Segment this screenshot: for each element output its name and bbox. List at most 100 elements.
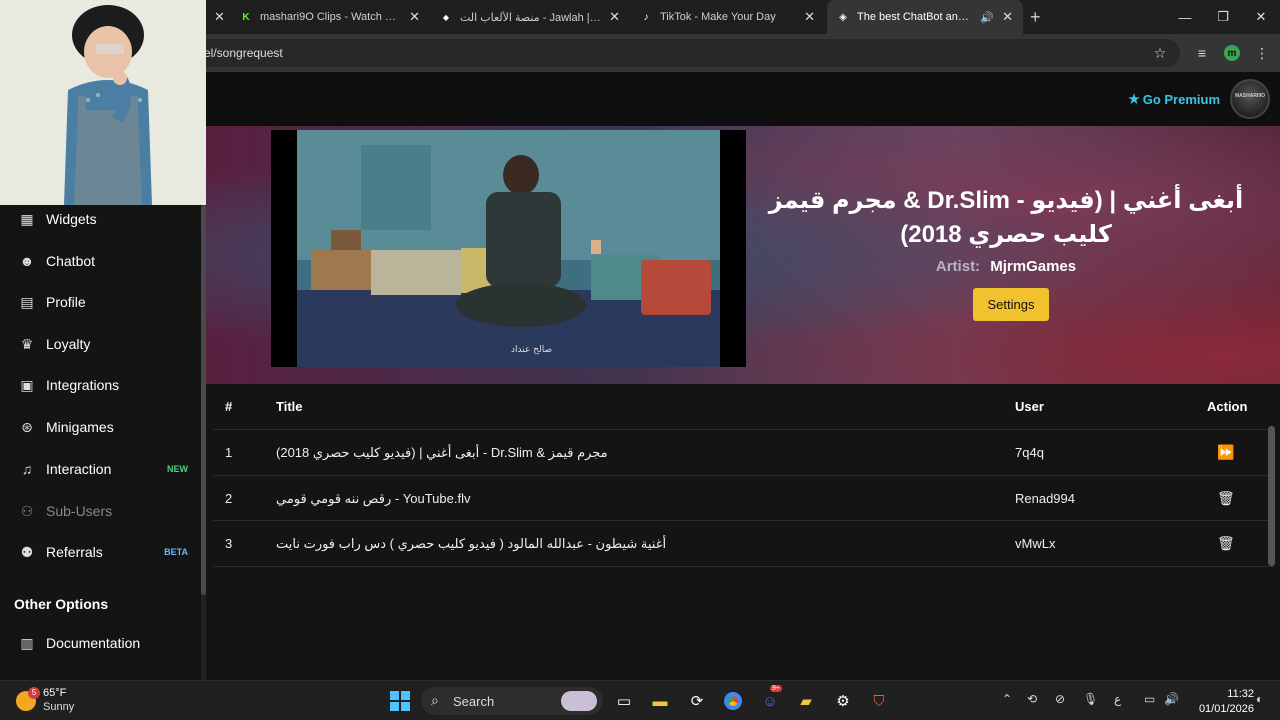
weather-temperature: 65°F: [43, 687, 67, 699]
volume-icon[interactable]: 🔊: [1164, 692, 1179, 706]
trash-icon[interactable]: 🗑: [1217, 476, 1235, 521]
close-icon: ✕: [1255, 9, 1267, 24]
brave-icon[interactable]: ⛉: [867, 689, 891, 713]
star-icon: ★: [1127, 91, 1141, 108]
row-title: أبغى أغني | (فيديو كليب حصري 2018) - Dr.…: [276, 445, 608, 460]
clock-time[interactable]: 11:32: [1227, 688, 1254, 700]
referrals-icon: ⚉: [20, 543, 34, 560]
table-row: 3 أغنية شيطون - عبدالله المالود ( فيديو …: [213, 521, 1275, 567]
sidebar-item-chatbot[interactable]: ☻ Chatbot: [0, 243, 200, 279]
column-header-action: Action: [1207, 399, 1248, 414]
media-control-icon[interactable]: ≡: [1192, 43, 1212, 63]
new-badge: NEW: [167, 464, 188, 474]
app-icon[interactable]: ⟳: [685, 689, 709, 713]
sidebar-item-minigames[interactable]: ⊛ Minigames: [0, 409, 200, 445]
notification-badge: 9+: [770, 685, 782, 692]
steam-icon[interactable]: ⚙: [831, 689, 855, 713]
close-icon[interactable]: ✕: [409, 9, 420, 25]
discord-icon[interactable]: ☺ 9+: [758, 685, 782, 713]
plus-icon: +: [1030, 6, 1041, 27]
chrome-icon[interactable]: [721, 689, 745, 713]
streamelements-icon: ◈: [839, 11, 847, 23]
now-playing-title: أبغى أغني | (فيديو - Dr.Slim & مجرم قيمز…: [768, 187, 1244, 248]
column-header-title: Title: [276, 399, 303, 414]
chrome-logo: [724, 692, 742, 710]
webcam-character-image: [0, 0, 206, 205]
tab-jawlah[interactable]: ◆ منصة الألعاب الت - Jawlah | جولة ✕: [430, 0, 630, 34]
table-row: 1 أبغى أغني | (فيديو كليب حصري 2018) - D…: [213, 430, 1275, 476]
minimize-button[interactable]: —: [1166, 0, 1204, 34]
tab-kick[interactable]: K mashari9O Clips - Watch Live o ✕: [230, 0, 430, 34]
microphone-icon[interactable]: 🎙: [1083, 692, 1098, 706]
task-view-icon[interactable]: ▭: [612, 689, 636, 713]
restore-button[interactable]: ❐: [1204, 0, 1242, 34]
column-header-user: User: [1015, 399, 1044, 414]
camera-off-icon[interactable]: ⊘: [1055, 692, 1065, 706]
avatar-text: MASHARI9O: [1234, 93, 1265, 99]
go-premium-button[interactable]: ★ Go Premium: [1127, 90, 1220, 108]
profile-button[interactable]: m: [1222, 43, 1242, 63]
now-playing-hero: صالح عنداد أبغى أغني | (فيديو - Dr.Slim …: [206, 126, 1280, 384]
kick-icon: K: [242, 11, 250, 23]
sidebar-item-documentation[interactable]: ▥ Documentation: [0, 625, 200, 661]
close-icon[interactable]: ✕: [1002, 9, 1013, 25]
kebab-menu-icon[interactable]: ⋮: [1252, 43, 1272, 63]
sidebar-item-interaction[interactable]: ♫ Interaction NEW: [0, 451, 200, 487]
address-bar[interactable]: el/songrequest: [150, 39, 1180, 67]
windows-icon: [390, 691, 410, 711]
sidebar-item-label: Chatbot: [46, 253, 96, 269]
keyboard-language[interactable]: ع: [1114, 692, 1121, 706]
new-tab-button[interactable]: +: [1026, 0, 1050, 34]
tab-tiktok[interactable]: ♪ TikTok - Make Your Day ✕: [630, 0, 825, 34]
network-icon[interactable]: ▭: [1144, 692, 1155, 706]
sidebar-item-sub-users[interactable]: ⚇ Sub-Users: [0, 493, 200, 529]
sidebar-item-label: Sub-Users: [46, 503, 113, 519]
row-number: 2: [225, 490, 233, 506]
bookmark-star-icon[interactable]: ☆: [1150, 43, 1170, 63]
speaker-icon[interactable]: 🔊: [980, 11, 994, 24]
robot-icon: ☻: [19, 253, 35, 269]
main-scrollbar[interactable]: [1268, 426, 1275, 566]
taskbar-search[interactable]: ⌕ Search: [421, 687, 603, 715]
sidebar-item-label: Minigames: [46, 419, 114, 435]
tab-label: The best ChatBot and Widg: [857, 11, 972, 23]
music-note-icon: ♫: [21, 461, 33, 477]
widgets-icon: ▦: [20, 210, 34, 227]
row-user: vMwLx: [1015, 536, 1056, 551]
settings-button[interactable]: Settings: [973, 288, 1049, 321]
notes-app-icon[interactable]: ▰: [794, 689, 818, 713]
notification-bell-icon[interactable]: ◐: [1256, 692, 1263, 706]
go-premium-label: Go Premium: [1142, 91, 1220, 107]
start-button[interactable]: [388, 689, 412, 713]
close-icon[interactable]: ✕: [804, 9, 815, 25]
sidebar-item-integrations[interactable]: ▣ Integrations: [0, 367, 200, 403]
search-icon: ⌕: [431, 692, 439, 708]
close-window-button[interactable]: ✕: [1242, 0, 1280, 34]
skip-forward-icon[interactable]: ⏩: [1217, 430, 1234, 475]
jawlah-icon: ◆: [442, 12, 450, 22]
clock-date[interactable]: 01/01/2026: [1199, 703, 1254, 715]
user-avatar[interactable]: MASHARI9O: [1230, 79, 1270, 119]
sync-icon[interactable]: ⟲: [1027, 692, 1037, 706]
sidebar-item-widgets[interactable]: ▦ Widgets: [0, 201, 200, 237]
tab-close-partial[interactable]: ✕: [206, 0, 228, 34]
taskbar: 5 65°F Sunny ⌕ Search ▭ ▬ ⟳ ☺ 9+ ▰ ⚙ ⛉ ⌃…: [0, 680, 1280, 720]
sidebar: ▦ Widgets ☻ Chatbot ▤ Profile ♛ Loyalty …: [0, 205, 206, 680]
trash-icon[interactable]: 🗑: [1217, 521, 1235, 566]
sidebar-item-referrals[interactable]: ⚉ Referrals BETA: [0, 534, 200, 570]
avatar: m: [1224, 45, 1240, 61]
webcam-overlay: [0, 0, 206, 205]
file-explorer-icon[interactable]: ▬: [648, 689, 672, 713]
search-placeholder: Search: [453, 693, 495, 709]
tab-streamelements[interactable]: ◈ The best ChatBot and Widg 🔊 ✕: [827, 0, 1023, 34]
minimize-icon: —: [1178, 9, 1192, 25]
video-player[interactable]: صالح عنداد: [271, 130, 746, 367]
sidebar-item-profile[interactable]: ▤ Profile: [0, 284, 200, 320]
chevron-up-icon[interactable]: ⌃: [1002, 692, 1012, 706]
sidebar-item-loyalty[interactable]: ♛ Loyalty: [0, 326, 200, 362]
close-icon[interactable]: ✕: [609, 9, 620, 25]
weather-widget[interactable]: 5: [14, 687, 40, 713]
close-icon[interactable]: ✕: [214, 9, 225, 25]
tiktok-icon: ♪: [643, 11, 649, 23]
song-queue-table: # Title User Action 1 أبغى أغني | (فيديو…: [213, 384, 1275, 567]
